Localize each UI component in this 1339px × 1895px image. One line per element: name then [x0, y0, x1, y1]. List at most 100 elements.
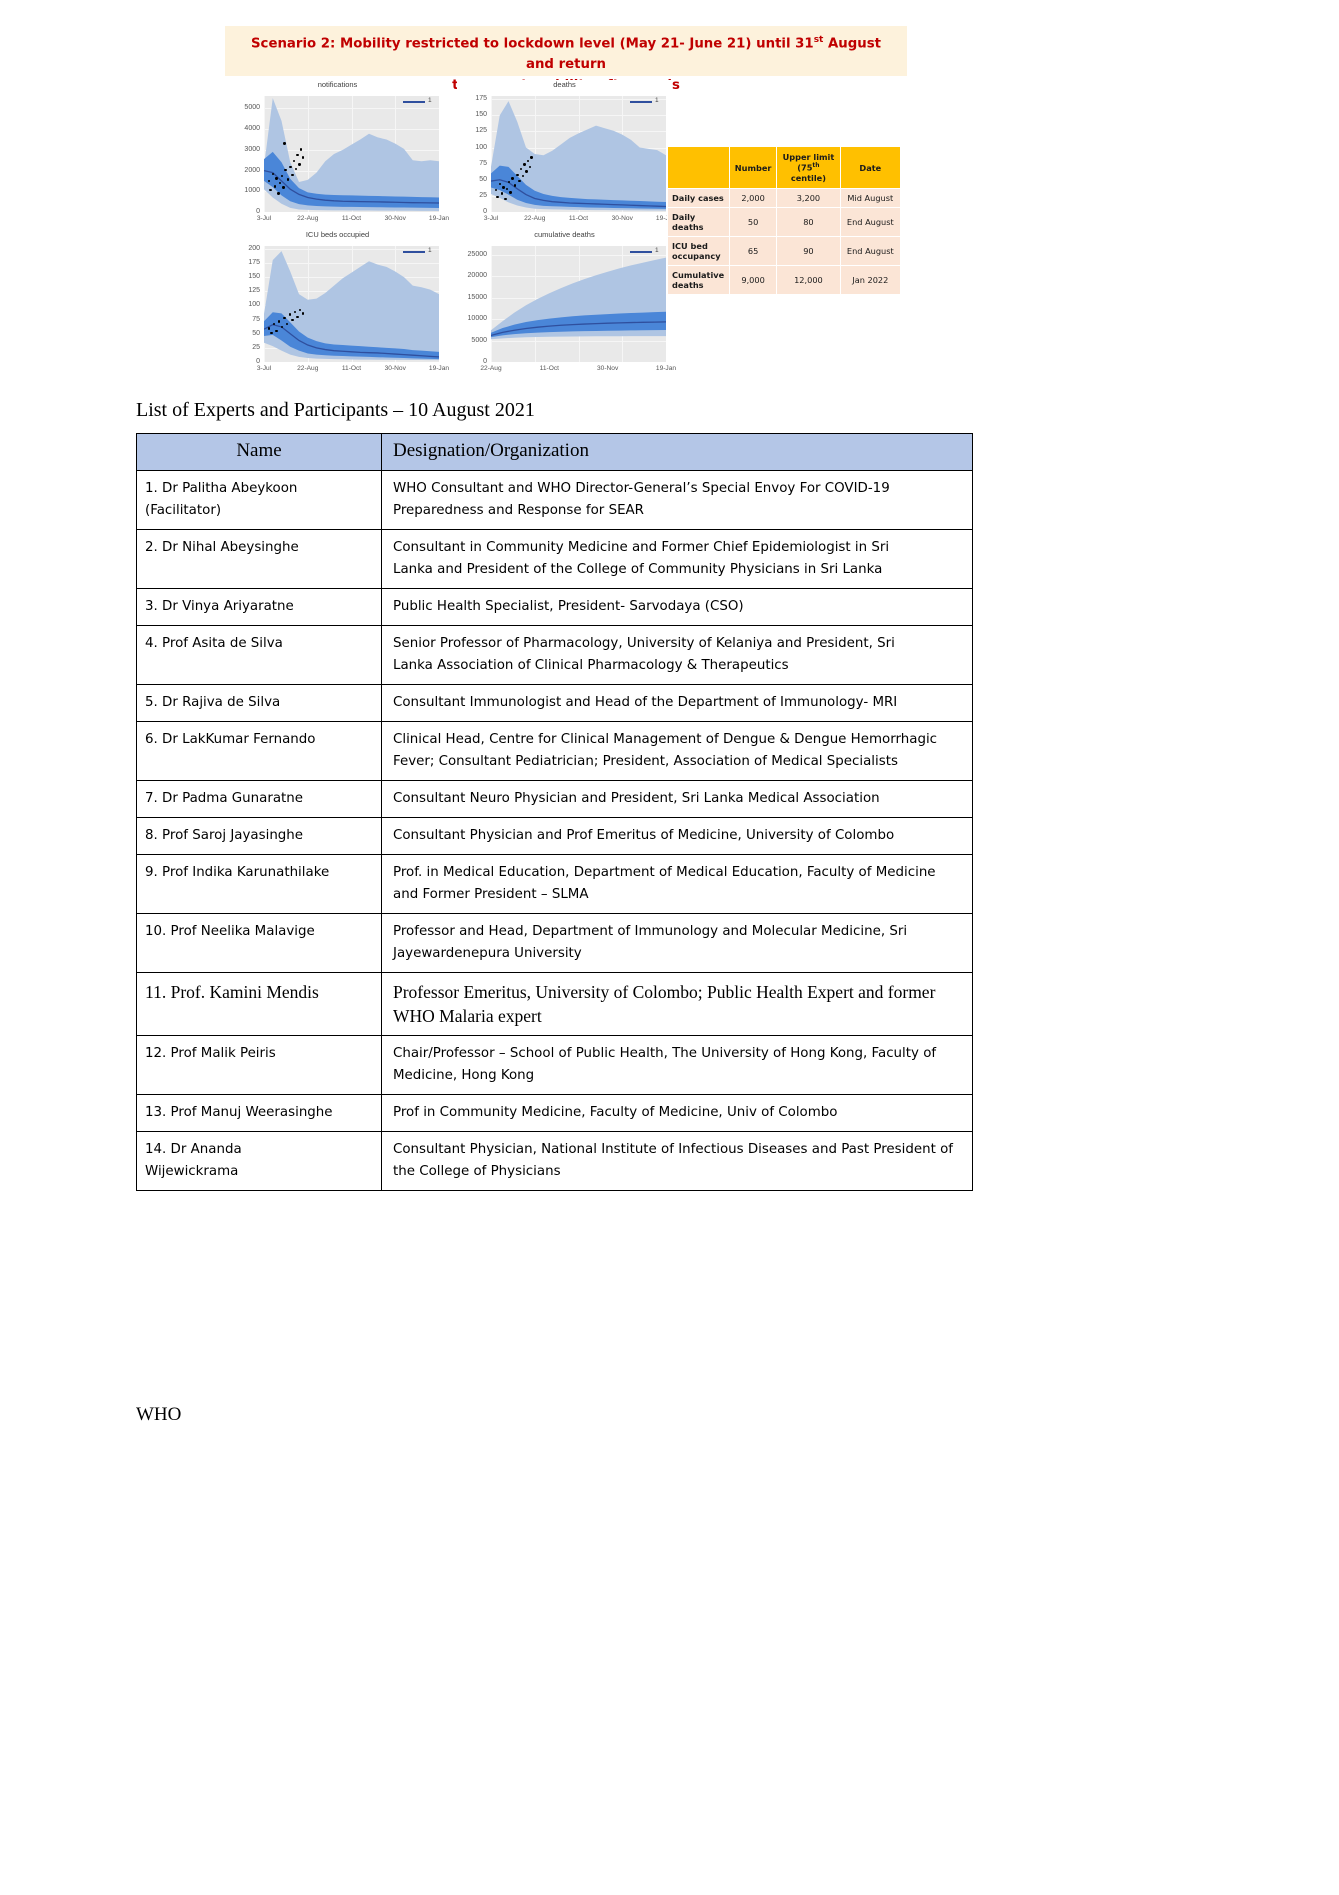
chart-y-tick-label: 175 [475, 95, 487, 103]
chart-observed-point [518, 179, 521, 182]
table-row: 4. Prof Asita de Silva Senior Professor o… [136, 625, 973, 685]
participant-designation: Chair/Professor – School of Public Healt… [381, 1035, 973, 1095]
summary-row-date: End August [839, 207, 902, 237]
summary-row-date: Mid August [839, 188, 902, 208]
summary-table-body: Daily cases 2,000 3,200 Mid August Daily dea… [667, 188, 902, 295]
chart-observed-point [283, 142, 286, 145]
participant-name: 2. Dr Nihal Abeysinghe [136, 529, 382, 589]
chart-series-svg [491, 101, 666, 211]
summary-row-label: ICU bed occupancy [667, 236, 730, 266]
participant-name: 14. Dr Ananda Wijewickrama [136, 1131, 382, 1191]
chart-x-tick-label: 30-Nov [384, 365, 406, 372]
chart-observed-point [283, 316, 286, 320]
scenario-banner: Scenario 2: Mobility restricted to lockd… [225, 26, 907, 93]
chart-x-tick-label: 11-Oct [568, 215, 589, 222]
participant-name: 1. Dr Palitha Abeykoon (Facilitator) [136, 470, 382, 530]
chart-plot-area [491, 246, 666, 362]
table-row: 10. Prof Neelika Malavige Professor and H… [136, 913, 973, 973]
chart-title: notifications [317, 80, 358, 89]
chart-observed-point [296, 315, 299, 318]
summary-header-number: Number [728, 146, 778, 189]
chart-observed-point [502, 186, 505, 189]
chart-series-svg [264, 98, 439, 211]
participant-designation: Prof. in Medical Education, Department o… [381, 854, 973, 914]
chart-y-tick-label: 50 [479, 175, 487, 183]
summary-row-upper-limit: 12,000 [776, 265, 841, 295]
chart-y-tick-label: 75 [252, 315, 260, 323]
summary-row-number: 65 [728, 236, 778, 266]
chart-x-tick-label: 30-Nov [611, 215, 633, 222]
chart-y-tick-label: 125 [248, 287, 260, 295]
table-row: 6. Dr LakKumar Fernando Clinical Head, Ce… [136, 721, 973, 781]
summary-table-row: Daily deaths 50 80 End August [667, 207, 902, 237]
summary-header-upper-limit-sup: th [812, 162, 820, 170]
chart-observed-point [273, 185, 277, 188]
participant-designation: Clinical Head, Centre for Clinical Manag… [381, 721, 973, 781]
participant-name: 9. Prof Indika Karunathilake [136, 854, 382, 914]
chart-x-tick-label: 11-Oct [341, 365, 362, 372]
chart-observed-point [298, 163, 301, 166]
chart-y-tick-label: 3000 [244, 145, 260, 153]
chart-y-tick-label: 75 [479, 159, 487, 167]
summary-header-upper-limit: Upper limit (75th centile) [776, 146, 841, 189]
chart-panel-notifications: notifications 1000 2000 3000 4000 5000 0 3-Jul 2… [230, 80, 449, 230]
chart-y-tick-label: 150 [475, 111, 487, 119]
chart-y-tick-label: 0 [483, 358, 487, 365]
summary-row-date: Jan 2022 [839, 265, 902, 295]
participant-designation: Consultant Physician, National Institute… [381, 1131, 973, 1191]
chart-observed-point [509, 191, 512, 194]
chart-observed-point [516, 173, 519, 177]
participant-designation: Consultant Physician and Prof Emeritus o… [381, 817, 973, 855]
chart-x-tick-label: 3-Jul [256, 215, 272, 222]
summary-header-upper-limit-pre: Upper limit [782, 152, 835, 163]
chart-y-tick-label: 0 [483, 208, 487, 215]
chart-x-tick-label: 22-Aug [297, 215, 319, 222]
chart-observed-point [291, 173, 294, 177]
table-row: 12. Prof Malik Peiris Chair/Professor – S… [136, 1035, 973, 1095]
chart-observed-point [269, 188, 272, 192]
table-row: 5. Dr Rajiva de Silva Consultant Immunolo… [136, 684, 973, 722]
chart-plot-area [264, 246, 439, 362]
chart-legend-label: 1 [655, 97, 659, 104]
participants-header-row: Name Designation/Organization [136, 433, 973, 471]
participant-name: 7. Dr Padma Gunaratne [136, 780, 382, 818]
chart-y-tick-label: 2000 [244, 166, 260, 174]
chart-y-tick-label: 200 [248, 244, 260, 252]
chart-y-tick-label: 100 [248, 301, 260, 309]
summary-header-date: Date [839, 146, 902, 189]
chart-y-tick-label: 20000 [467, 272, 487, 280]
participant-name: 4. Prof Asita de Silva [136, 625, 382, 685]
summary-header-upper-limit-post: centile) [790, 172, 826, 183]
chart-x-tick-label: 19-Jan [428, 365, 450, 372]
participant-designation: Consultant Neuro Physician and President… [381, 780, 973, 818]
participant-name: 11. Prof. Kamini Mendis [136, 972, 382, 1036]
chart-legend-label: 1 [428, 247, 432, 254]
chart-observed-point [267, 179, 270, 182]
chart-observed-point [500, 192, 504, 195]
chart-y-tick-label: 5000 [471, 336, 487, 344]
table-row: 14. Dr Ananda Wijewickrama Consultant Phy… [136, 1131, 973, 1191]
chart-legend-swatch [403, 101, 425, 103]
participant-name: 8. Prof Saroj Jayasinghe [136, 817, 382, 855]
page-title: List of Experts and Participants – 10 Au… [136, 399, 535, 421]
summary-table-row: Daily cases 2,000 3,200 Mid August [667, 188, 902, 208]
chart-observed-point [272, 322, 276, 325]
summary-header-blank [667, 146, 730, 189]
table-row: 2. Dr Nihal Abeysinghe Consultant in Comm… [136, 529, 973, 589]
chart-observed-point [528, 165, 532, 168]
summary-row-number: 2,000 [728, 188, 778, 208]
chart-series-svg [491, 257, 666, 340]
participant-name: 10. Prof Neelika Malavige [136, 913, 382, 973]
chart-y-tick-label: 50 [252, 329, 260, 337]
chart-observed-point [275, 329, 278, 332]
participant-designation: Public Health Specialist, President- Sar… [381, 588, 973, 626]
participant-name: 12. Prof Malik Peiris [136, 1035, 382, 1095]
chart-x-tick-label: 19-Jan [655, 365, 677, 372]
chart-y-tick-label: 15000 [467, 293, 487, 301]
summary-table-row: Cumulative deaths 9,000 12,000 Jan 2022 [667, 265, 902, 295]
summary-row-number: 9,000 [728, 265, 778, 295]
chart-observed-point [299, 148, 303, 151]
summary-row-upper-limit: 3,200 [776, 188, 841, 208]
participants-header-name: Name [136, 433, 382, 471]
chart-x-tick-label: 22-Aug [524, 215, 546, 222]
